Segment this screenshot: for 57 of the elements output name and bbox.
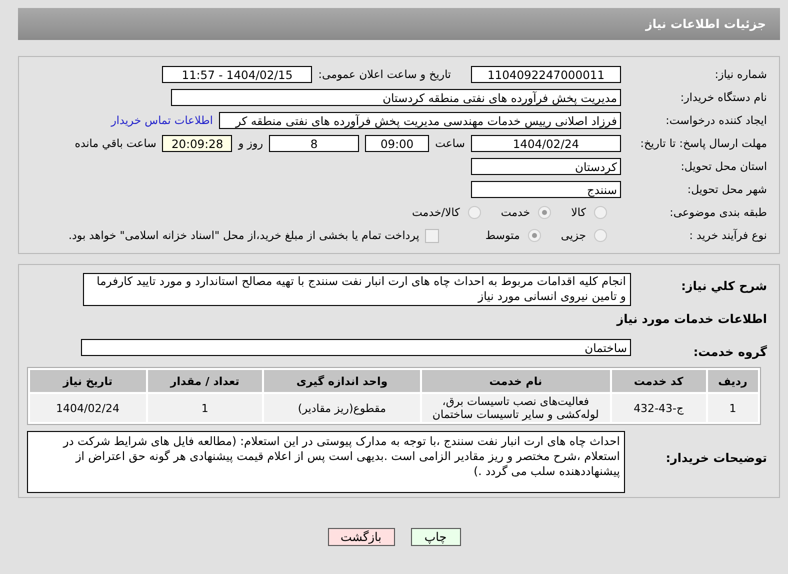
column-header: تاریخ نیاز: [30, 370, 146, 392]
section-heading: اطلاعات خدمات مورد نياز: [615, 311, 768, 328]
radio-button[interactable]: [594, 229, 607, 242]
radio-button[interactable]: [468, 206, 481, 219]
deadline-date-field: 1404/02/24: [471, 135, 621, 152]
page-title: جزئیات اطلاعات نیاز: [645, 17, 766, 31]
field-label: نام دستگاه خریدار:: [679, 91, 768, 104]
remaining-label: ساعت باقي مانده: [74, 137, 156, 150]
print-button[interactable]: چاپ: [410, 528, 460, 546]
column-header: واحد اندازه گیری: [264, 370, 420, 392]
creator-field: فرزاد اصلانی رییس خدمات مهندسی مدیریت پخش فرآورده های نفتی منطقه کر: [219, 112, 621, 129]
summary-textarea: انجام کلیه اقدامات مربوط به احداث چاه های ارت انبار نفت سنندج با تهیه مصالح استاندارد و مورد تایید کارفرما و تامین نیروی انسانی مورد نیاز: [83, 273, 631, 306]
field-label: ایجاد کننده درخواست:: [664, 114, 768, 127]
days-label: روز و: [238, 137, 264, 150]
need-number-field: 1104092247000011: [471, 66, 621, 83]
radio-label: کالا/خدمت: [412, 206, 460, 219]
table-cell: فعالیت‌های نصب تاسیسات برق، لوله‌کشی و سایر تاسیسات ساختمان: [422, 394, 610, 422]
radio-button[interactable]: [594, 206, 607, 219]
service-group-field: ساختمان: [81, 339, 631, 356]
table-cell: 1: [708, 394, 758, 422]
table-cell: ج-43-432: [612, 394, 706, 422]
field-label: شهر محل تحویل:: [686, 183, 768, 196]
field-label: تاریخ و ساعت اعلان عمومی:: [318, 68, 451, 81]
field-label: شماره نیاز:: [714, 68, 768, 81]
field-label: گروه خدمت:: [692, 344, 768, 358]
column-header: نام خدمت: [422, 370, 610, 392]
field-label: شرح كلي نياز:: [680, 278, 768, 293]
column-header: ردیف: [708, 370, 758, 392]
deadline-time-field: 09:00: [365, 135, 430, 152]
table-cell: 1404/02/24: [30, 394, 146, 422]
radio-button[interactable]: [538, 206, 552, 219]
buyer-contact-link[interactable]: اطلاعات تماس خریدار: [111, 114, 213, 127]
column-header: تعداد / مقدار: [148, 370, 262, 392]
radio-button[interactable]: [528, 229, 541, 242]
checkbox[interactable]: [425, 228, 440, 242]
table-cell: 1: [148, 394, 262, 422]
radio-label: کالا: [571, 206, 586, 219]
radio-label: خدمت: [500, 206, 530, 219]
city-field: سنندج: [471, 181, 621, 198]
buyer-name-field: مدیریت پخش فرآورده های نفتی منطقه کردستان: [171, 89, 621, 106]
days-field: 8: [269, 135, 360, 152]
radio-label: متوسط: [485, 229, 520, 242]
radio-label: جزیی: [560, 229, 586, 242]
field-label: استان محل تحویل:: [680, 160, 768, 173]
buyer-notes-textarea: احداث چاه های ارت انبار نفت سنندج ،با توجه به مدارک پیوستی در این استعلام: (مطالعه فایل های شرایط شرکت در استعلام ،شرح مختصر و ریز مقادیر الزامی است .بدیهی است پس از اعلام قیمت پیشنهادی هر گونه حق اعتراض از پیشنهاددهنده سلب می گردد .): [27, 431, 625, 493]
field-label: طبقه بندی موضوعی:: [668, 206, 768, 219]
field-label: نوع فرآیند خرید :: [688, 229, 768, 242]
announce-date-field: 1404/02/15 - 11:57: [162, 66, 312, 83]
payment-note: پرداخت تمام یا بخشی از مبلغ خرید،از محل "اسناد خزانه اسلامی" خواهد بود.: [68, 229, 420, 242]
remaining-time-field: 20:09:28: [162, 135, 232, 152]
field-label: توضیحات خریدار:: [664, 450, 768, 465]
province-field: کردستان: [471, 158, 621, 175]
column-header: کد خدمت: [612, 370, 706, 392]
back-button[interactable]: بازگشت: [328, 528, 394, 546]
field-label: مهلت ارسال پاسخ: تا تاریخ:: [639, 136, 768, 150]
table-cell: مقطوع(ریز مقادیر): [264, 394, 420, 422]
time-label: ساعت: [435, 137, 465, 150]
